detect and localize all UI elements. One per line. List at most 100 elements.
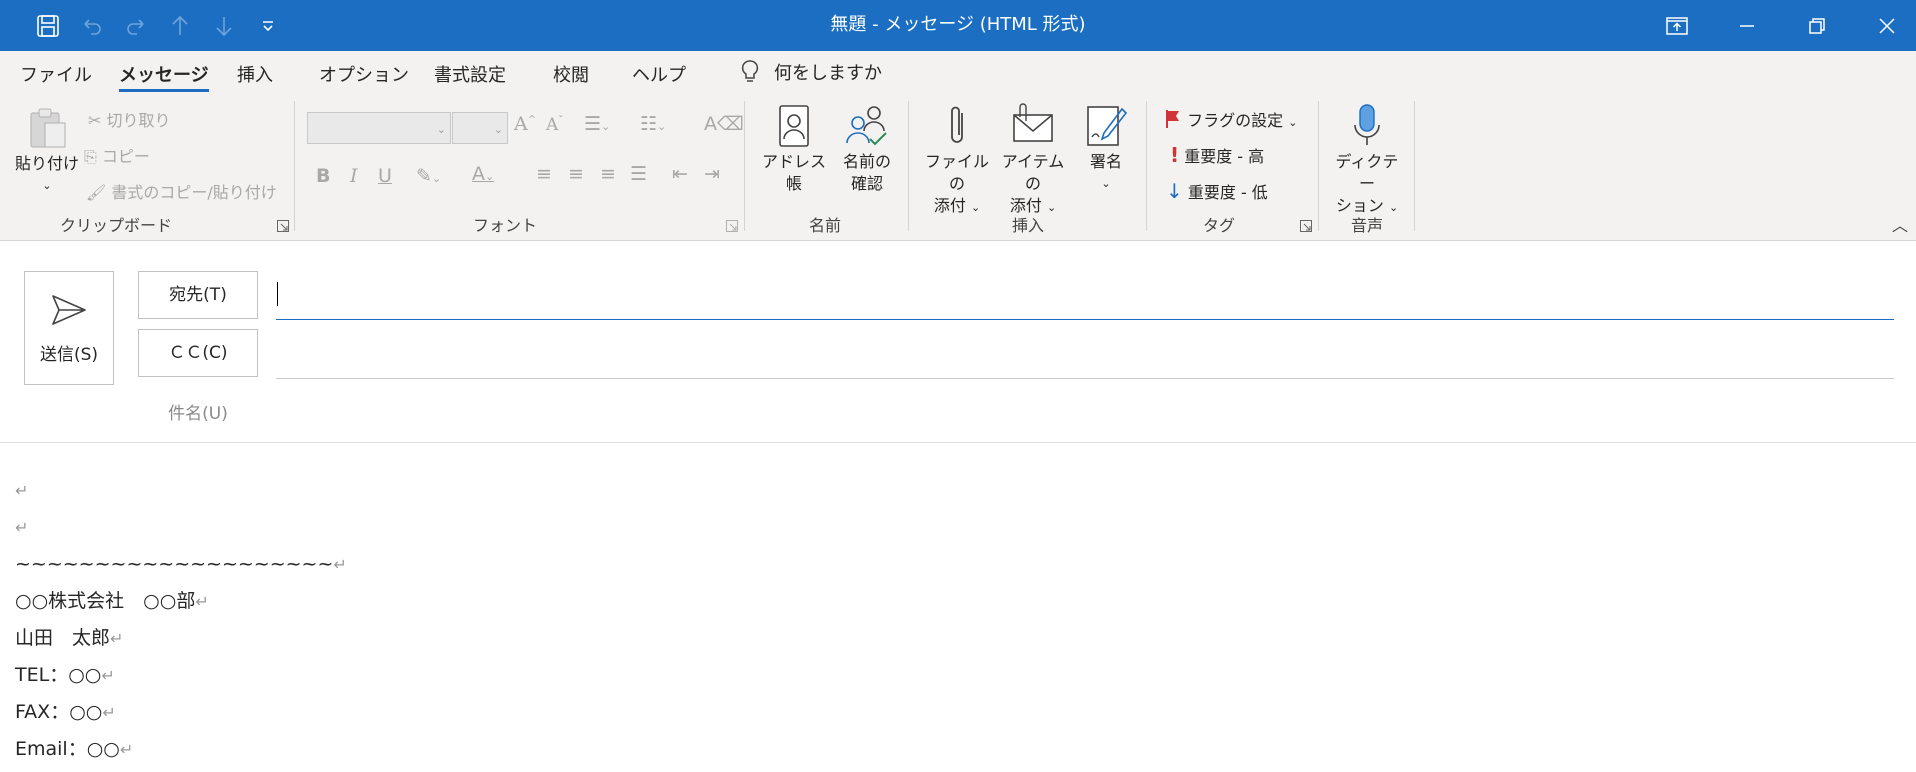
body-line: ~~~~~~~~~~~~~~~~~~~~↵ xyxy=(15,553,347,575)
menu-bar: ファイル メッセージ 挿入 オプション 書式設定 校閲 ヘルプ 何をしますか xyxy=(0,51,1916,93)
ribbon-separator xyxy=(1414,101,1415,231)
signature-icon xyxy=(1087,106,1128,146)
low-importance-button[interactable]: ↓ 重要度 - 低 xyxy=(1166,179,1268,203)
tab-file[interactable]: ファイル xyxy=(20,61,92,89)
paragraph-mark-icon: ↵ xyxy=(333,555,347,574)
paintbrush-icon: 🖌 xyxy=(86,183,107,202)
close-icon[interactable] xyxy=(1852,0,1916,51)
tell-me-label: 何をしますか xyxy=(774,63,882,84)
cc-field[interactable] xyxy=(276,329,1894,379)
highlight-icon[interactable]: ✎⌄ xyxy=(416,165,441,187)
ribbon-separator xyxy=(1146,101,1147,231)
tab-insert[interactable]: 挿入 xyxy=(237,61,273,89)
clipboard-launcher-icon[interactable] xyxy=(277,220,289,232)
signature-label: 署名 xyxy=(1089,152,1122,171)
clear-formatting-icon[interactable]: A⌫ xyxy=(704,113,744,135)
message-body[interactable]: ↵ ↵ ~~~~~~~~~~~~~~~~~~~~↵ ○○株式会社 ○○部↵ 山田… xyxy=(15,472,347,768)
tags-launcher-icon[interactable] xyxy=(1300,220,1312,232)
send-label: 送信(S) xyxy=(39,345,99,365)
high-importance-button[interactable]: ! 重要度 - 高 xyxy=(1170,143,1264,167)
cut-button[interactable]: ✂ 切り取り xyxy=(88,107,171,131)
attach-item-label-1: アイテムの xyxy=(1001,152,1065,193)
align-left-icon[interactable]: ≡ xyxy=(536,163,552,185)
decrease-indent-icon[interactable]: ⇤ xyxy=(672,163,688,185)
chevron-down-icon: ⌄ xyxy=(1388,201,1399,214)
numbering-icon[interactable]: ☷⌄ xyxy=(640,113,666,135)
send-button[interactable]: 送信(S) xyxy=(24,271,114,385)
address-book-button[interactable]: アドレス帳 xyxy=(756,103,832,195)
follow-up-flag-button[interactable]: フラグの設定 ⌄ xyxy=(1164,107,1297,131)
tab-options[interactable]: オプション xyxy=(319,61,409,89)
italic-button[interactable]: I xyxy=(350,165,358,187)
paragraph-mark-icon: ↵ xyxy=(119,740,134,759)
copy-icon: ⎘ xyxy=(84,147,97,166)
tell-me-search[interactable]: 何をしますか xyxy=(740,59,882,85)
font-size-combo[interactable]: ⌄ xyxy=(452,112,508,144)
bullets-icon[interactable]: ☰⌄ xyxy=(584,113,610,135)
clipboard-group-label: クリップボード xyxy=(60,216,173,235)
increase-indent-icon[interactable]: ⇥ xyxy=(704,163,720,185)
tab-message[interactable]: メッセージ xyxy=(119,61,209,92)
copy-button[interactable]: ⎘ コピー xyxy=(84,143,150,167)
tab-review[interactable]: 校閲 xyxy=(553,61,589,89)
paragraph-mark-icon: ↵ xyxy=(102,703,116,722)
attach-file-label-2: 添付 xyxy=(933,196,966,215)
high-importance-label: 重要度 - 高 xyxy=(1184,147,1265,166)
bold-button[interactable]: B xyxy=(316,165,330,187)
ribbon-separator xyxy=(908,101,909,231)
address-book-label: アドレス帳 xyxy=(761,152,826,193)
dictate-label-1: ディクテー xyxy=(1335,152,1399,193)
signature-button[interactable]: 署名 ⌄ xyxy=(1078,103,1134,195)
dictate-button[interactable]: ディクテー ション ⌄ xyxy=(1328,103,1406,219)
scissors-icon: ✂ xyxy=(88,111,102,130)
paste-chevron-down-icon: ⌄ xyxy=(42,179,52,192)
tab-help[interactable]: ヘルプ xyxy=(632,61,686,89)
body-line: ○○株式会社 ○○部↵ xyxy=(15,590,209,612)
format-painter-button[interactable]: 🖌 書式のコピー/貼り付け xyxy=(86,179,277,203)
chevron-down-icon: ⌄ xyxy=(493,123,503,136)
send-icon xyxy=(52,295,86,325)
justify-icon[interactable]: ☰ xyxy=(630,163,647,185)
paragraph-mark-icon: ↵ xyxy=(15,518,29,537)
to-button[interactable]: 宛先(T) xyxy=(138,271,258,319)
font-color-icon[interactable]: A⌄ xyxy=(472,163,494,185)
font-name-combo[interactable]: ⌄ xyxy=(307,112,451,144)
subject-label: 件名(U) xyxy=(168,404,228,424)
align-right-icon[interactable]: ≡ xyxy=(600,163,616,185)
grow-font-icon[interactable]: A^ xyxy=(514,113,536,135)
align-center-icon[interactable]: ≡ xyxy=(568,163,584,185)
underline-button[interactable]: U xyxy=(378,165,392,187)
shrink-font-icon[interactable]: Aˇ xyxy=(546,115,563,135)
cc-button[interactable]: ＣＣ(C) xyxy=(138,329,258,377)
follow-up-flag-label: フラグの設定 xyxy=(1187,111,1284,130)
format-painter-label: 書式のコピー/貼り付け xyxy=(111,183,277,202)
ribbon-display-options-icon[interactable] xyxy=(1642,0,1712,51)
header-separator xyxy=(0,442,1916,443)
restore-icon[interactable] xyxy=(1782,0,1852,51)
microphone-icon xyxy=(1354,104,1380,145)
to-field[interactable] xyxy=(276,270,1894,320)
ribbon-separator xyxy=(744,101,745,231)
low-importance-label: 重要度 - 低 xyxy=(1187,183,1268,202)
body-line: ↵ xyxy=(15,509,347,546)
ribbon-separator xyxy=(1318,101,1319,231)
tab-format-text[interactable]: 書式設定 xyxy=(434,61,506,89)
tags-group-label: タグ xyxy=(1202,216,1235,235)
collapse-ribbon-icon[interactable]: ︿ xyxy=(1892,212,1908,236)
names-group-label: 名前 xyxy=(808,216,841,235)
body-line: 山田 太郎↵ xyxy=(15,627,124,649)
lightbulb-icon xyxy=(741,60,759,82)
paste-button[interactable]: 貼り付け ⌄ xyxy=(12,105,82,197)
check-names-button[interactable]: 名前の 確認 xyxy=(836,103,898,195)
flag-icon xyxy=(1166,110,1179,128)
attach-file-button[interactable]: ファイルの 添付 ⌄ xyxy=(920,103,994,219)
paragraph-mark-icon: ↵ xyxy=(110,629,124,648)
font-launcher-icon[interactable] xyxy=(726,220,738,232)
exclamation-icon: ! xyxy=(1170,143,1180,167)
attach-item-button[interactable]: アイテムの 添付 ⌄ xyxy=(996,103,1070,219)
check-names-label-1: 名前の xyxy=(842,152,891,171)
minimize-icon[interactable] xyxy=(1712,0,1782,51)
chevron-down-icon: ⌄ xyxy=(1101,177,1111,190)
body-line: TEL：○○↵ xyxy=(15,664,115,686)
voice-group-label: 音声 xyxy=(1350,216,1383,235)
